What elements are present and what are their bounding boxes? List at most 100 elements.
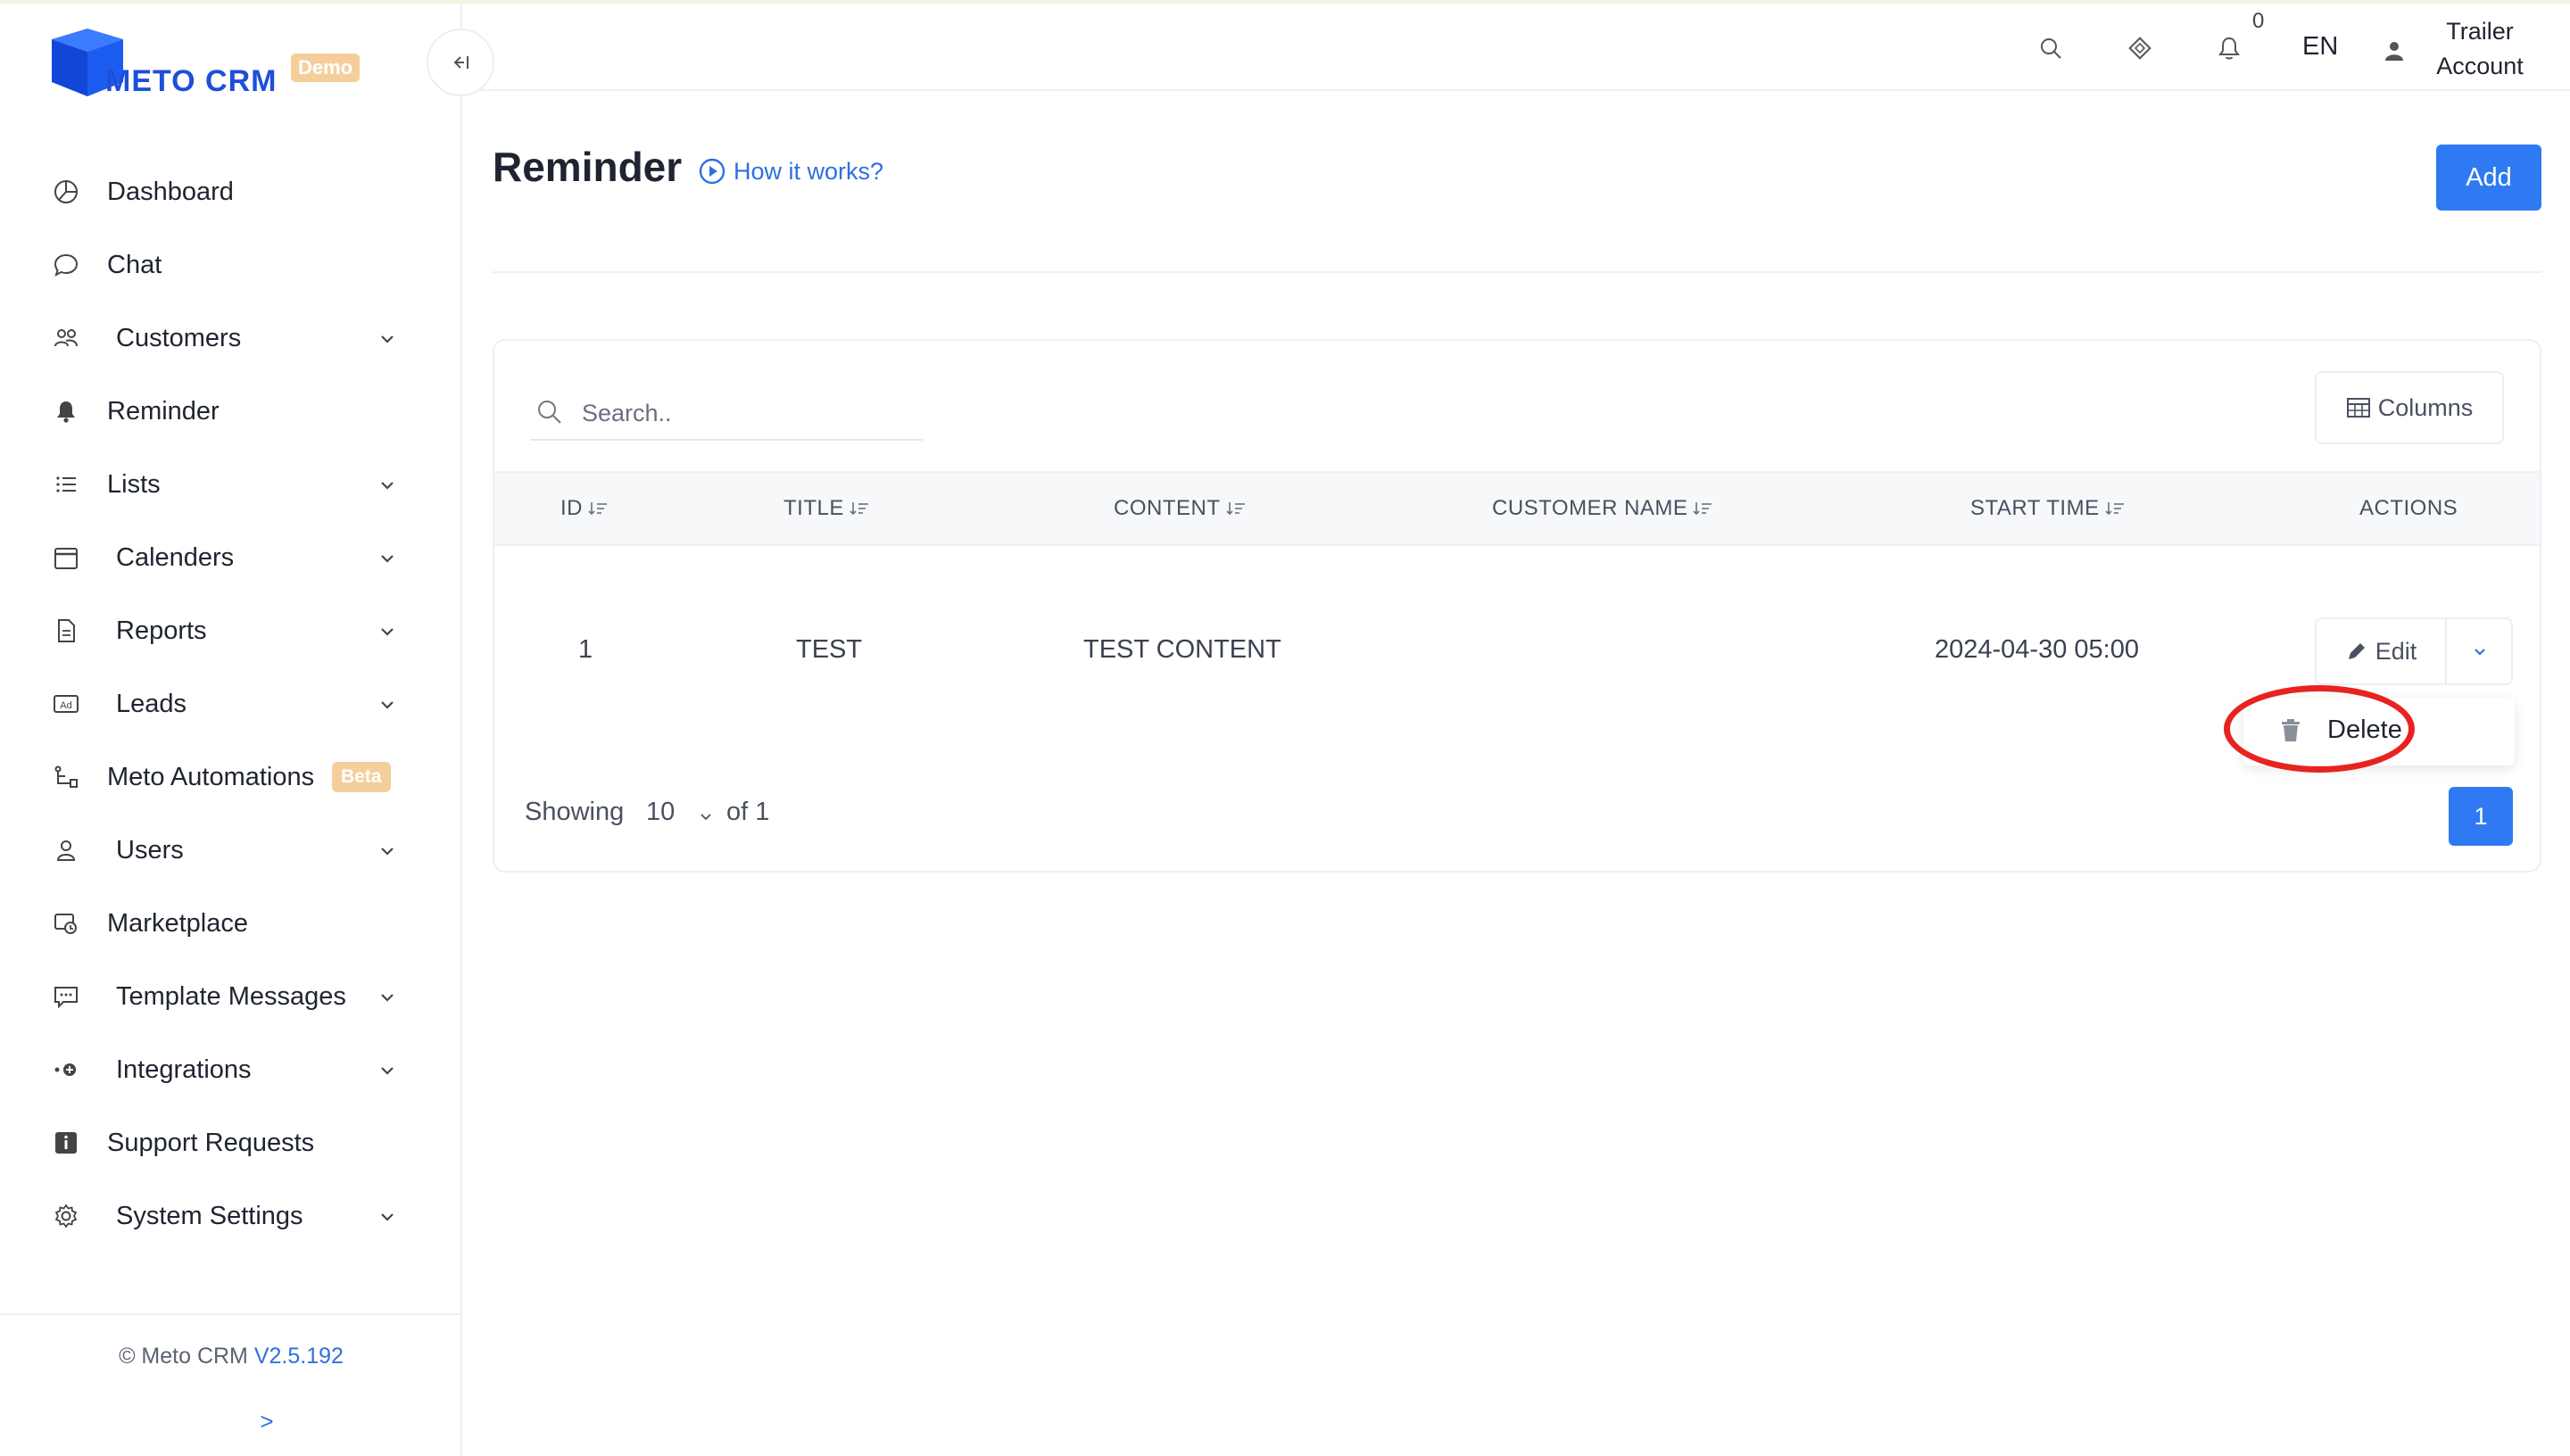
sidebar-item-integrations[interactable]: Integrations: [0, 1033, 462, 1106]
column-header-label: CUSTOMER NAME: [1492, 496, 1688, 520]
collapse-left-icon: [453, 56, 468, 69]
sidebar-item-marketplace[interactable]: Marketplace: [0, 887, 462, 960]
delete-menu-item[interactable]: Delete: [2327, 716, 2402, 745]
copyright: © Meto CRM V2.5.192: [0, 1344, 462, 1369]
chevron-down-icon[interactable]: [696, 807, 716, 826]
search-icon: [538, 401, 561, 424]
svg-text:Ad: Ad: [60, 700, 71, 711]
columns-button[interactable]: Columns: [2315, 371, 2504, 444]
add-button[interactable]: Add: [2436, 145, 2541, 211]
diamond-icon[interactable]: [2122, 30, 2158, 66]
account-name: Trailer Account: [2413, 14, 2547, 84]
sidebar-item-reports[interactable]: Reports: [0, 594, 462, 667]
expand-sidebar-arrow[interactable]: >: [0, 1408, 534, 1435]
column-header-label: ID: [560, 496, 583, 520]
search-input[interactable]: [582, 391, 921, 435]
showing-label: Showing: [525, 798, 625, 826]
sidebar-item-chat[interactable]: Chat: [0, 228, 462, 302]
user-icon: [52, 836, 80, 864]
document-icon: [52, 616, 80, 645]
chevron-down-icon: [381, 701, 394, 709]
column-header-label: START TIME: [1970, 496, 2100, 520]
sort-icon: [588, 502, 607, 516]
sidebar-item-leads[interactable]: Ad Leads: [0, 667, 462, 740]
column-header-actions: ACTIONS: [2359, 496, 2458, 521]
page-size-select[interactable]: 10: [646, 798, 675, 827]
notification-bell-icon[interactable]: [2211, 30, 2247, 66]
column-header-customer-name[interactable]: CUSTOMER NAME: [1492, 496, 1712, 521]
trash-icon: [2282, 719, 2300, 741]
chevron-down-icon: [381, 335, 394, 343]
edit-button[interactable]: Edit: [2317, 619, 2447, 683]
calendar-icon: [52, 543, 80, 572]
cell-title: TEST: [796, 635, 863, 664]
sidebar-item-label: Template Messages: [116, 981, 346, 1011]
chevron-down-icon: [381, 628, 394, 636]
sort-icon: [1225, 502, 1245, 516]
cell-content: TEST CONTENT: [1083, 635, 1281, 664]
copyright-text: © Meto CRM: [119, 1344, 248, 1369]
sidebar-item-users[interactable]: Users: [0, 814, 462, 887]
bell-icon: [52, 397, 80, 426]
collapse-sidebar-button[interactable]: [427, 29, 494, 96]
sidebar-item-label: Users: [116, 835, 184, 864]
sidebar-item-dashboard[interactable]: Dashboard: [0, 155, 462, 228]
sidebar-item-lists[interactable]: Lists: [0, 448, 462, 521]
play-circle-icon: [699, 158, 725, 185]
sidebar-item-label: Meto Automations: [107, 762, 315, 791]
sidebar-item-meto-automations[interactable]: Meto Automations Beta: [0, 740, 462, 814]
chevron-down-icon: [381, 1067, 394, 1075]
chevron-down-icon: [381, 555, 394, 563]
automation-icon: [52, 763, 80, 791]
chevron-down-icon: [381, 482, 394, 490]
sidebar-item-calenders[interactable]: Calenders: [0, 521, 462, 594]
pencil-icon: [2348, 643, 2365, 659]
sidebar-item-template-messages[interactable]: Template Messages: [0, 960, 462, 1033]
sidebar-item-label: Chat: [107, 250, 162, 279]
divider: [493, 271, 2541, 273]
brand-name: METO CRM: [105, 64, 278, 98]
language-selector[interactable]: EN: [2302, 32, 2338, 62]
search-box: [530, 389, 923, 441]
pagination-page-1[interactable]: 1: [2449, 787, 2513, 846]
info-icon: [52, 1129, 80, 1157]
marketplace-icon: [52, 909, 80, 938]
sidebar-item-customers[interactable]: Customers: [0, 302, 462, 375]
sidebar-item-reminder[interactable]: Reminder: [0, 375, 462, 448]
sidebar-item-label: Support Requests: [107, 1128, 315, 1157]
version-link[interactable]: V2.5.192: [254, 1344, 344, 1369]
sort-icon: [850, 502, 868, 516]
sidebar-item-label: System Settings: [116, 1201, 303, 1230]
column-header-id[interactable]: ID: [560, 496, 608, 521]
cell-start-time: 2024-04-30 05:00: [1935, 635, 2139, 664]
column-header-label: ACTIONS: [2359, 496, 2458, 520]
beta-badge: Beta: [332, 762, 391, 792]
sidebar-item-label: Marketplace: [107, 908, 248, 938]
more-actions-button[interactable]: [2447, 619, 2513, 683]
columns-label: Columns: [2377, 393, 2474, 421]
logo[interactable]: METO CRM Demo: [48, 27, 369, 102]
column-header-content[interactable]: CONTENT: [1114, 496, 1246, 521]
how-it-works-label: How it works?: [734, 157, 884, 185]
column-header-label: CONTENT: [1114, 496, 1221, 520]
chevron-down-icon: [381, 848, 394, 856]
page-total-label: of 1: [726, 798, 770, 826]
sidebar-item-support-requests[interactable]: Support Requests: [0, 1106, 462, 1179]
column-header-start-time[interactable]: START TIME: [1970, 496, 2125, 521]
table-header: ID TITLE CONTENT CUSTOMER NAME START TIM…: [494, 471, 2540, 546]
search-icon[interactable]: [2033, 30, 2068, 66]
sidebar-item-label: Lists: [107, 469, 161, 499]
sort-icon: [2105, 502, 2124, 516]
how-it-works-link[interactable]: How it works?: [698, 157, 883, 186]
column-header-title[interactable]: TITLE: [783, 496, 869, 521]
row-actions: Edit: [2315, 617, 2513, 685]
sidebar-item-label: Reports: [116, 616, 207, 645]
table-grid-icon: [2346, 398, 2370, 418]
sidebar-item-system-settings[interactable]: System Settings: [0, 1179, 462, 1253]
person-icon: [2385, 42, 2403, 61]
integrations-icon: [52, 1055, 80, 1084]
gear-icon: [52, 1202, 80, 1230]
demo-badge: Demo: [291, 54, 361, 82]
cell-id: 1: [578, 635, 593, 664]
pie-chart-icon: [52, 178, 80, 206]
